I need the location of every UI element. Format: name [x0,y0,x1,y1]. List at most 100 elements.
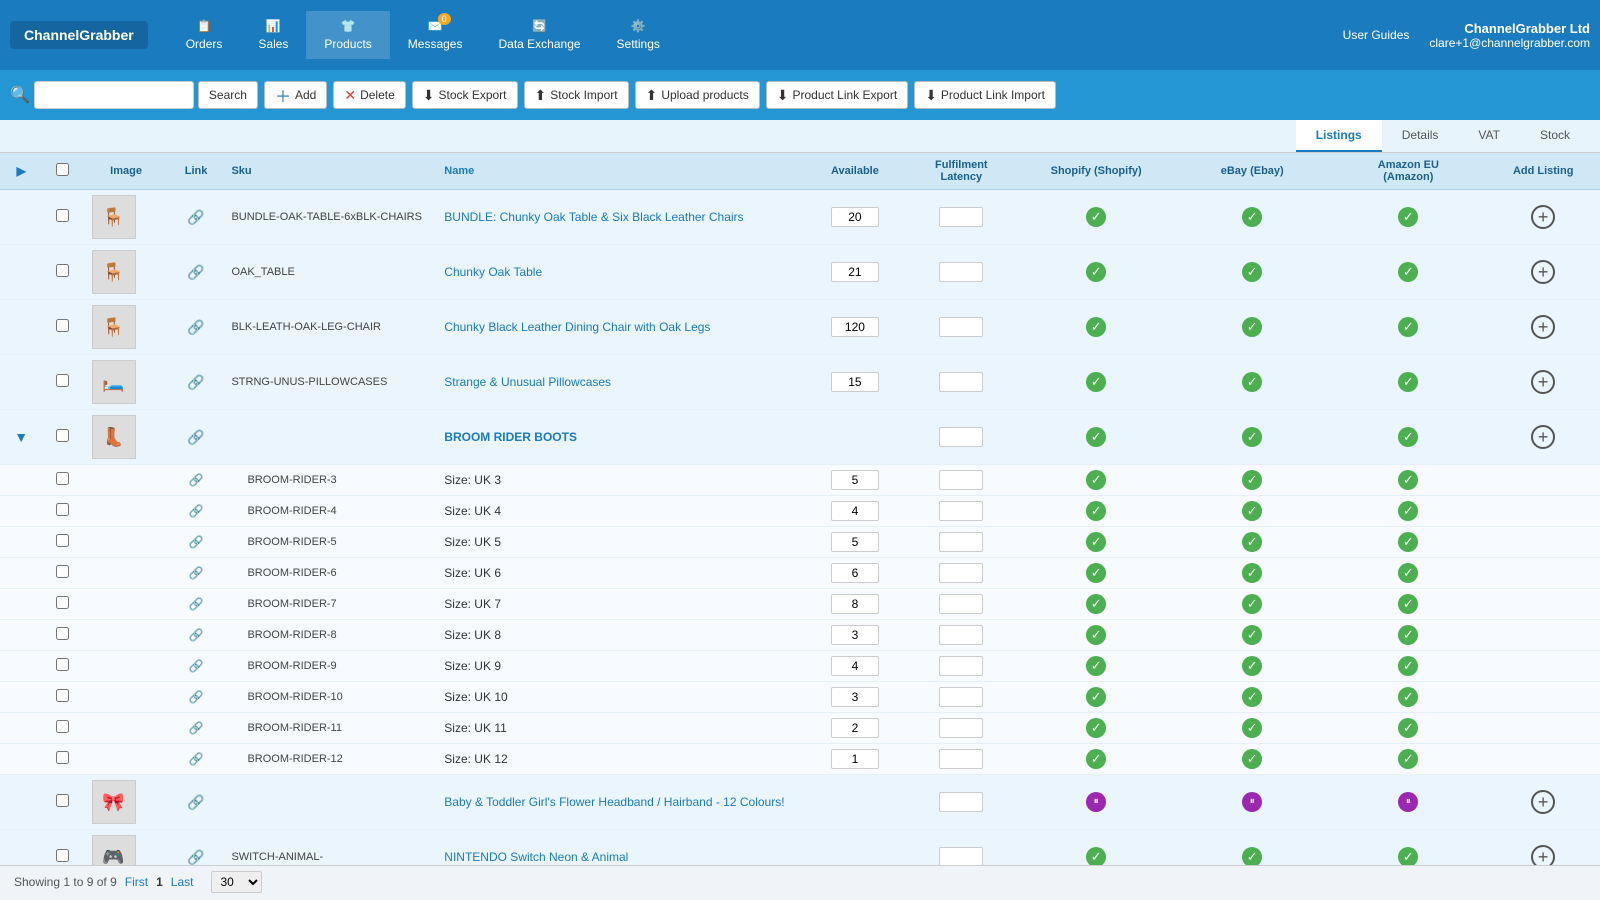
search-button[interactable]: Search [198,81,258,109]
available-input[interactable] [831,563,879,583]
available-input[interactable] [831,501,879,521]
latency-input[interactable] [939,563,983,583]
row-checkbox[interactable] [56,503,69,516]
row-checkbox[interactable] [56,472,69,485]
row-checkbox[interactable] [56,264,69,277]
tab-vat[interactable]: VAT [1458,120,1520,152]
app-logo[interactable]: ChannelGrabber [10,21,148,49]
row-checkbox[interactable] [56,429,69,442]
upload-products-button[interactable]: ⬆ Upload products [635,81,760,109]
available-input[interactable] [831,470,879,490]
latency-input[interactable] [939,594,983,614]
available-input[interactable] [831,317,879,337]
link-icon[interactable]: 🔗 [189,566,204,580]
available-input[interactable] [831,207,879,227]
latency-input[interactable] [939,749,983,769]
latency-input[interactable] [939,656,983,676]
link-icon[interactable]: 🔗 [189,721,204,735]
product-link-import-button[interactable]: ⬇ Product Link Import [914,81,1056,109]
page-number[interactable]: 1 [156,875,163,889]
available-input[interactable] [831,594,879,614]
latency-input[interactable] [939,427,983,447]
row-checkbox[interactable] [56,627,69,640]
link-icon[interactable]: 🔗 [189,752,204,766]
nav-orders[interactable]: 📋 Orders [168,11,241,59]
latency-input[interactable] [939,262,983,282]
latency-input[interactable] [939,792,983,812]
expand-all-icon[interactable]: ▶ [17,164,26,178]
latency-input[interactable] [939,317,983,337]
row-checkbox[interactable] [56,209,69,222]
nav-settings[interactable]: ⚙️ Settings [599,11,678,59]
tab-details[interactable]: Details [1382,120,1459,152]
available-input[interactable] [831,749,879,769]
row-checkbox[interactable] [56,374,69,387]
latency-input[interactable] [939,207,983,227]
link-icon[interactable]: 🔗 [187,429,204,445]
link-icon[interactable]: 🔗 [187,374,204,390]
available-input[interactable] [831,532,879,552]
latency-input[interactable] [939,372,983,392]
available-input[interactable] [831,372,879,392]
latency-input[interactable] [939,718,983,738]
delete-button[interactable]: ✕ Delete [333,81,405,109]
link-icon[interactable]: 🔗 [187,849,204,865]
link-icon[interactable]: 🔗 [187,264,204,280]
link-icon[interactable]: 🔗 [189,504,204,518]
nav-messages[interactable]: ✉️ 0 Messages [390,11,481,59]
add-listing-button[interactable]: + [1531,425,1555,449]
latency-input[interactable] [939,625,983,645]
collapse-button[interactable]: ▼ [14,429,28,445]
available-input[interactable] [831,262,879,282]
row-checkbox[interactable] [56,658,69,671]
available-input[interactable] [831,656,879,676]
link-icon[interactable]: 🔗 [187,209,204,225]
available-input[interactable] [831,687,879,707]
link-icon[interactable]: 🔗 [187,794,204,810]
select-all-checkbox[interactable] [56,163,69,176]
latency-input[interactable] [939,501,983,521]
search-input[interactable] [34,81,194,109]
add-listing-button[interactable]: + [1531,205,1555,229]
add-listing-button[interactable]: + [1531,260,1555,284]
tab-listings[interactable]: Listings [1296,120,1382,152]
row-checkbox[interactable] [56,720,69,733]
product-link-export-button[interactable]: ⬇ Product Link Export [766,81,908,109]
row-checkbox[interactable] [56,565,69,578]
row-checkbox[interactable] [56,751,69,764]
add-listing-button[interactable]: + [1531,845,1555,865]
row-checkbox[interactable] [56,689,69,702]
nav-data-exchange[interactable]: 🔄 Data Exchange [480,11,598,59]
add-listing-button[interactable]: + [1531,370,1555,394]
add-button[interactable]: ＋ Add [264,81,327,109]
row-checkbox[interactable] [56,596,69,609]
tab-stock[interactable]: Stock [1520,120,1590,152]
nav-sales[interactable]: 📊 Sales [240,11,306,59]
latency-input[interactable] [939,532,983,552]
stock-import-button[interactable]: ⬆ Stock Import [524,81,629,109]
th-name[interactable]: Name [436,153,805,190]
add-listing-button[interactable]: + [1531,790,1555,814]
latency-input[interactable] [939,687,983,707]
row-checkbox[interactable] [56,849,69,862]
link-icon[interactable]: 🔗 [189,597,204,611]
link-icon[interactable]: 🔗 [189,473,204,487]
row-checkbox[interactable] [56,794,69,807]
user-guide-link[interactable]: User Guides [1343,28,1410,42]
latency-input[interactable] [939,470,983,490]
link-icon[interactable]: 🔗 [189,535,204,549]
latency-input[interactable] [939,847,983,865]
stock-export-button[interactable]: ⬇ Stock Export [412,81,518,109]
row-checkbox[interactable] [56,534,69,547]
last-link[interactable]: Last [171,875,194,889]
link-icon[interactable]: 🔗 [189,690,204,704]
link-icon[interactable]: 🔗 [189,659,204,673]
link-icon[interactable]: 🔗 [187,319,204,335]
nav-products[interactable]: 👕 Products [306,11,389,59]
row-checkbox[interactable] [56,319,69,332]
add-listing-button[interactable]: + [1531,315,1555,339]
available-input[interactable] [831,625,879,645]
per-page-select[interactable]: 30 50 100 [211,871,262,893]
available-input[interactable] [831,718,879,738]
first-link[interactable]: First [125,875,148,889]
